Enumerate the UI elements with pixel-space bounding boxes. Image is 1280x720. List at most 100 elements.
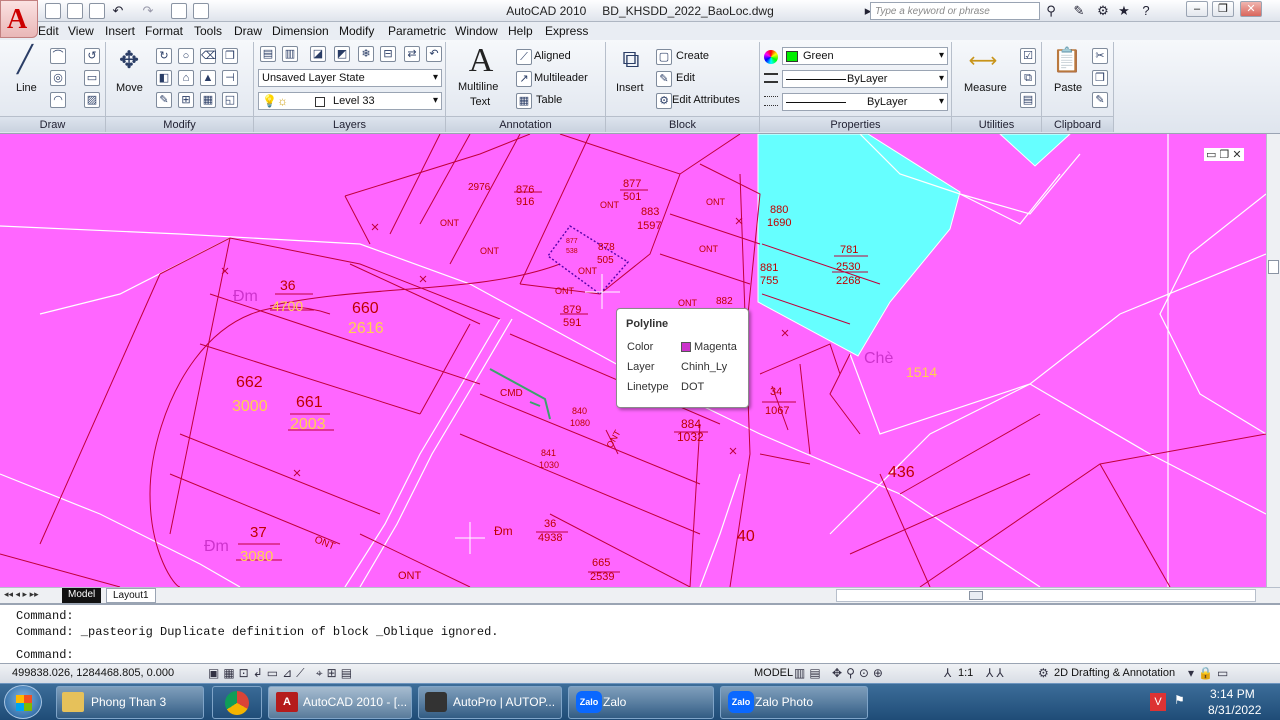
color-dropdown[interactable]: Green xyxy=(782,47,948,65)
layer-previous-icon[interactable]: ↶ xyxy=(426,46,442,62)
explode-icon[interactable]: ▲ xyxy=(200,70,216,86)
block-panel-label[interactable]: Block xyxy=(606,116,759,132)
restore-icon[interactable]: ❐ xyxy=(1212,1,1234,17)
undo-hatch-icon[interactable]: ↺ xyxy=(84,48,100,64)
workspace-icon[interactable] xyxy=(193,3,209,19)
tools-icon[interactable]: ✎ xyxy=(1071,3,1087,19)
edit-attributes-button[interactable]: Edit Attributes xyxy=(672,94,740,106)
layer-state-dropdown[interactable]: Unsaved Layer State xyxy=(258,69,442,87)
multiline-text-icon[interactable]: A xyxy=(464,42,498,80)
quick-select-icon[interactable]: ☑ xyxy=(1020,48,1036,64)
save-icon[interactable] xyxy=(89,3,105,19)
erase-icon[interactable]: ⌫ xyxy=(200,48,217,64)
calculator-icon[interactable]: ▤ xyxy=(1020,92,1036,108)
line-icon[interactable]: ╱ xyxy=(10,44,40,75)
layer-isolate-icon[interactable]: ◪ xyxy=(310,46,326,62)
minimize-icon[interactable]: – xyxy=(1186,1,1208,17)
tab-model[interactable]: Model xyxy=(62,588,102,603)
rotate-icon[interactable]: ↻ xyxy=(156,48,172,64)
edit-button[interactable]: Edit xyxy=(676,72,695,84)
vertical-scroll-thumb[interactable] xyxy=(1268,260,1279,274)
trim-icon[interactable]: ○ xyxy=(178,48,194,64)
edit-block-icon[interactable]: ✎ xyxy=(656,71,672,87)
coordinates-readout[interactable]: 499838.026, 1284468.805, 0.000 xyxy=(12,667,174,679)
polyline-icon[interactable]: ⌒ xyxy=(50,48,66,64)
cut-icon[interactable]: ✂ xyxy=(1092,48,1108,64)
viewport-restore-icon[interactable]: ❐ xyxy=(1219,149,1229,161)
horizontal-scroll-thumb[interactable] xyxy=(969,591,983,600)
aligned-button[interactable]: Aligned xyxy=(534,50,571,62)
copy-icon[interactable]: ❐ xyxy=(222,48,238,64)
edit-attributes-icon[interactable]: ⚙ xyxy=(656,93,672,109)
aligned-icon[interactable]: ⟋ xyxy=(516,49,532,65)
viewport-close-icon[interactable]: ✕ xyxy=(1232,149,1241,161)
utilities-panel-label[interactable]: Utilities xyxy=(952,116,1041,132)
properties-panel-label[interactable]: Properties xyxy=(760,116,951,132)
clipboard-panel-label[interactable]: Clipboard xyxy=(1042,116,1113,132)
copy-clip-icon[interactable]: ❐ xyxy=(1092,70,1108,86)
menu-modify[interactable]: Modify xyxy=(339,24,374,38)
array-icon[interactable]: ▦ xyxy=(200,92,216,108)
circle-icon[interactable]: ◎ xyxy=(50,70,66,86)
tab-layout1[interactable]: Layout1 xyxy=(106,588,156,603)
multiline-label[interactable]: Multiline xyxy=(458,81,498,93)
menu-edit[interactable]: Edit xyxy=(38,24,59,38)
table-button[interactable]: Table xyxy=(536,94,562,106)
search-input[interactable]: Type a keyword or phrase xyxy=(870,2,1040,20)
vertical-scrollbar[interactable] xyxy=(1266,134,1280,587)
layer-states-icon[interactable]: ▥ xyxy=(282,46,298,62)
annotation-panel-label[interactable]: Annotation xyxy=(446,116,605,132)
tray-flag-icon[interactable]: ⚑ xyxy=(1174,693,1185,707)
layers-panel-label[interactable]: Layers xyxy=(254,116,445,132)
annotation-scale[interactable]: 1:1 xyxy=(958,667,973,679)
favorites-icon[interactable]: ★ xyxy=(1116,3,1132,19)
move-button[interactable]: Move xyxy=(116,82,143,94)
help-icon[interactable]: ? xyxy=(1138,3,1154,19)
scale-icon[interactable]: ⊞ xyxy=(178,92,194,108)
hatch-icon[interactable]: ▨ xyxy=(84,92,100,108)
layer-match-icon[interactable]: ⇄ xyxy=(404,46,420,62)
redo-icon[interactable]: ↷ xyxy=(140,3,156,19)
undo-icon[interactable]: ↶ xyxy=(110,3,126,19)
layer-properties-icon[interactable]: ▤ xyxy=(260,46,276,62)
create-button[interactable]: Create xyxy=(676,50,709,62)
arc-icon[interactable]: ◠ xyxy=(50,92,66,108)
menu-express[interactable]: Express xyxy=(545,24,588,38)
new-icon[interactable] xyxy=(45,3,61,19)
workspace-switch[interactable]: 2D Drafting & Annotation xyxy=(1054,667,1175,679)
match-properties-icon[interactable]: ✎ xyxy=(1092,92,1108,108)
line-button[interactable]: Line xyxy=(16,82,37,94)
tray-status-icons[interactable]: ▾🔒▭ xyxy=(1188,666,1232,680)
start-button[interactable] xyxy=(4,685,42,719)
rectangle-icon[interactable]: ▭ xyxy=(84,70,100,86)
select-all-icon[interactable]: ⧉ xyxy=(1020,70,1036,86)
tray-app-icon[interactable]: V xyxy=(1150,693,1166,711)
layer-lock-icon[interactable]: ⊟ xyxy=(380,46,396,62)
application-menu-button[interactable]: A xyxy=(0,0,38,38)
command-prompt[interactable]: Command: xyxy=(16,648,74,662)
annotation-visibility-icons[interactable]: ⅄⅄ xyxy=(986,666,1007,680)
menu-view[interactable]: View xyxy=(68,24,94,38)
menu-dimension[interactable]: Dimension xyxy=(272,24,329,38)
paste-icon[interactable]: 📋 xyxy=(1052,46,1082,75)
menu-window[interactable]: Window xyxy=(455,24,498,38)
tab-nav-arrows-icon[interactable]: ◂◂ ◂ ▸ ▸▸ xyxy=(4,589,39,600)
horizontal-scrollbar[interactable] xyxy=(836,589,1256,602)
open-icon[interactable] xyxy=(67,3,83,19)
offset-icon[interactable]: ◱ xyxy=(222,92,238,108)
modify-panel-label[interactable]: Modify xyxy=(106,116,253,132)
draw-panel-label[interactable]: Draw xyxy=(0,116,105,132)
layer-freeze-icon[interactable]: ❄ xyxy=(358,46,374,62)
viewport-minimize-icon[interactable]: ▭ xyxy=(1206,149,1216,161)
menu-format[interactable]: Format xyxy=(145,24,183,38)
taskbar-chrome[interactable] xyxy=(212,686,262,719)
close-icon[interactable]: ✕ xyxy=(1240,1,1262,17)
mirror-icon[interactable]: ◧ xyxy=(156,70,172,86)
menu-parametric[interactable]: Parametric xyxy=(388,24,446,38)
fillet-icon[interactable]: ⌂ xyxy=(178,70,194,86)
stretch-icon[interactable]: ⊣ xyxy=(222,70,238,86)
binoculars-icon[interactable]: ⚲ xyxy=(1043,3,1059,19)
measure-button[interactable]: Measure xyxy=(964,82,1007,94)
table-icon[interactable]: ▦ xyxy=(516,93,532,109)
menu-tools[interactable]: Tools xyxy=(194,24,222,38)
